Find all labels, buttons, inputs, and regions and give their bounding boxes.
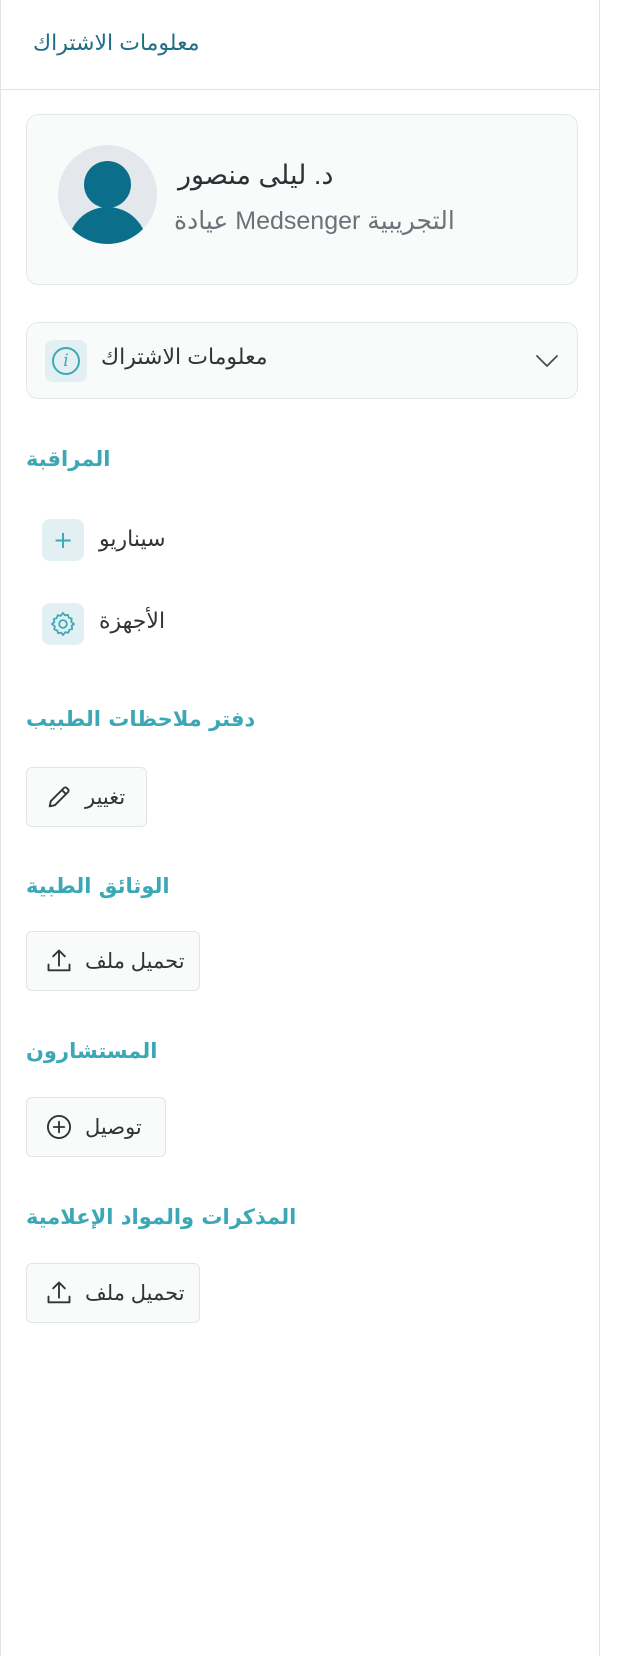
documents-section-title: الوثائق الطبية — [26, 874, 170, 898]
subscription-panel: معلومات الاشتراك د. ليلى منصور التجريبية… — [0, 0, 600, 1656]
monitoring-section-title: المراقبة — [26, 447, 111, 471]
add-circle-icon — [46, 1114, 72, 1140]
avatar — [58, 145, 157, 244]
scenario-item-label[interactable]: سيناريو — [99, 526, 166, 552]
subscription-info-label: معلومات الاشتراك — [101, 344, 268, 369]
connect-consultant-button[interactable]: توصيل — [26, 1097, 166, 1157]
upload-icon — [47, 1281, 71, 1304]
upload-materials-button[interactable]: تحميل ملف — [26, 1263, 200, 1323]
avatar-body-shape — [68, 207, 147, 244]
info-icon: i — [45, 340, 87, 382]
consultants-section-title: المستشارون — [26, 1039, 158, 1063]
upload-documents-label: تحميل ملف — [85, 949, 185, 973]
doctor-profile-card — [26, 114, 578, 285]
panel-header: معلومات الاشتراك — [1, 0, 599, 90]
upload-icon — [47, 949, 71, 972]
pencil-icon — [48, 786, 70, 808]
doctor-name: د. ليلى منصور — [178, 160, 334, 190]
clinic-name: التجريبية Medsenger عيادة — [174, 207, 455, 235]
chevron-down-icon — [536, 355, 558, 367]
notes-section-title: دفتر ملاحظات الطبيب — [26, 707, 256, 731]
edit-notes-button[interactable]: تغيير — [26, 767, 147, 827]
reminders-section-title: المذكرات والمواد الإعلامية — [26, 1205, 297, 1229]
panel-title: معلومات الاشتراك — [33, 30, 200, 55]
plus-icon[interactable]: + — [42, 519, 84, 561]
devices-item-label[interactable]: الأجهزة — [99, 608, 165, 634]
upload-documents-button[interactable]: تحميل ملف — [26, 931, 200, 991]
subscription-info-toggle[interactable]: i معلومات الاشتراك — [26, 322, 578, 399]
gear-icon[interactable] — [42, 603, 84, 645]
edit-notes-label: تغيير — [85, 785, 126, 809]
upload-materials-label: تحميل ملف — [85, 1281, 185, 1305]
avatar-head-shape — [84, 161, 131, 208]
connect-consultant-label: توصيل — [85, 1115, 142, 1139]
